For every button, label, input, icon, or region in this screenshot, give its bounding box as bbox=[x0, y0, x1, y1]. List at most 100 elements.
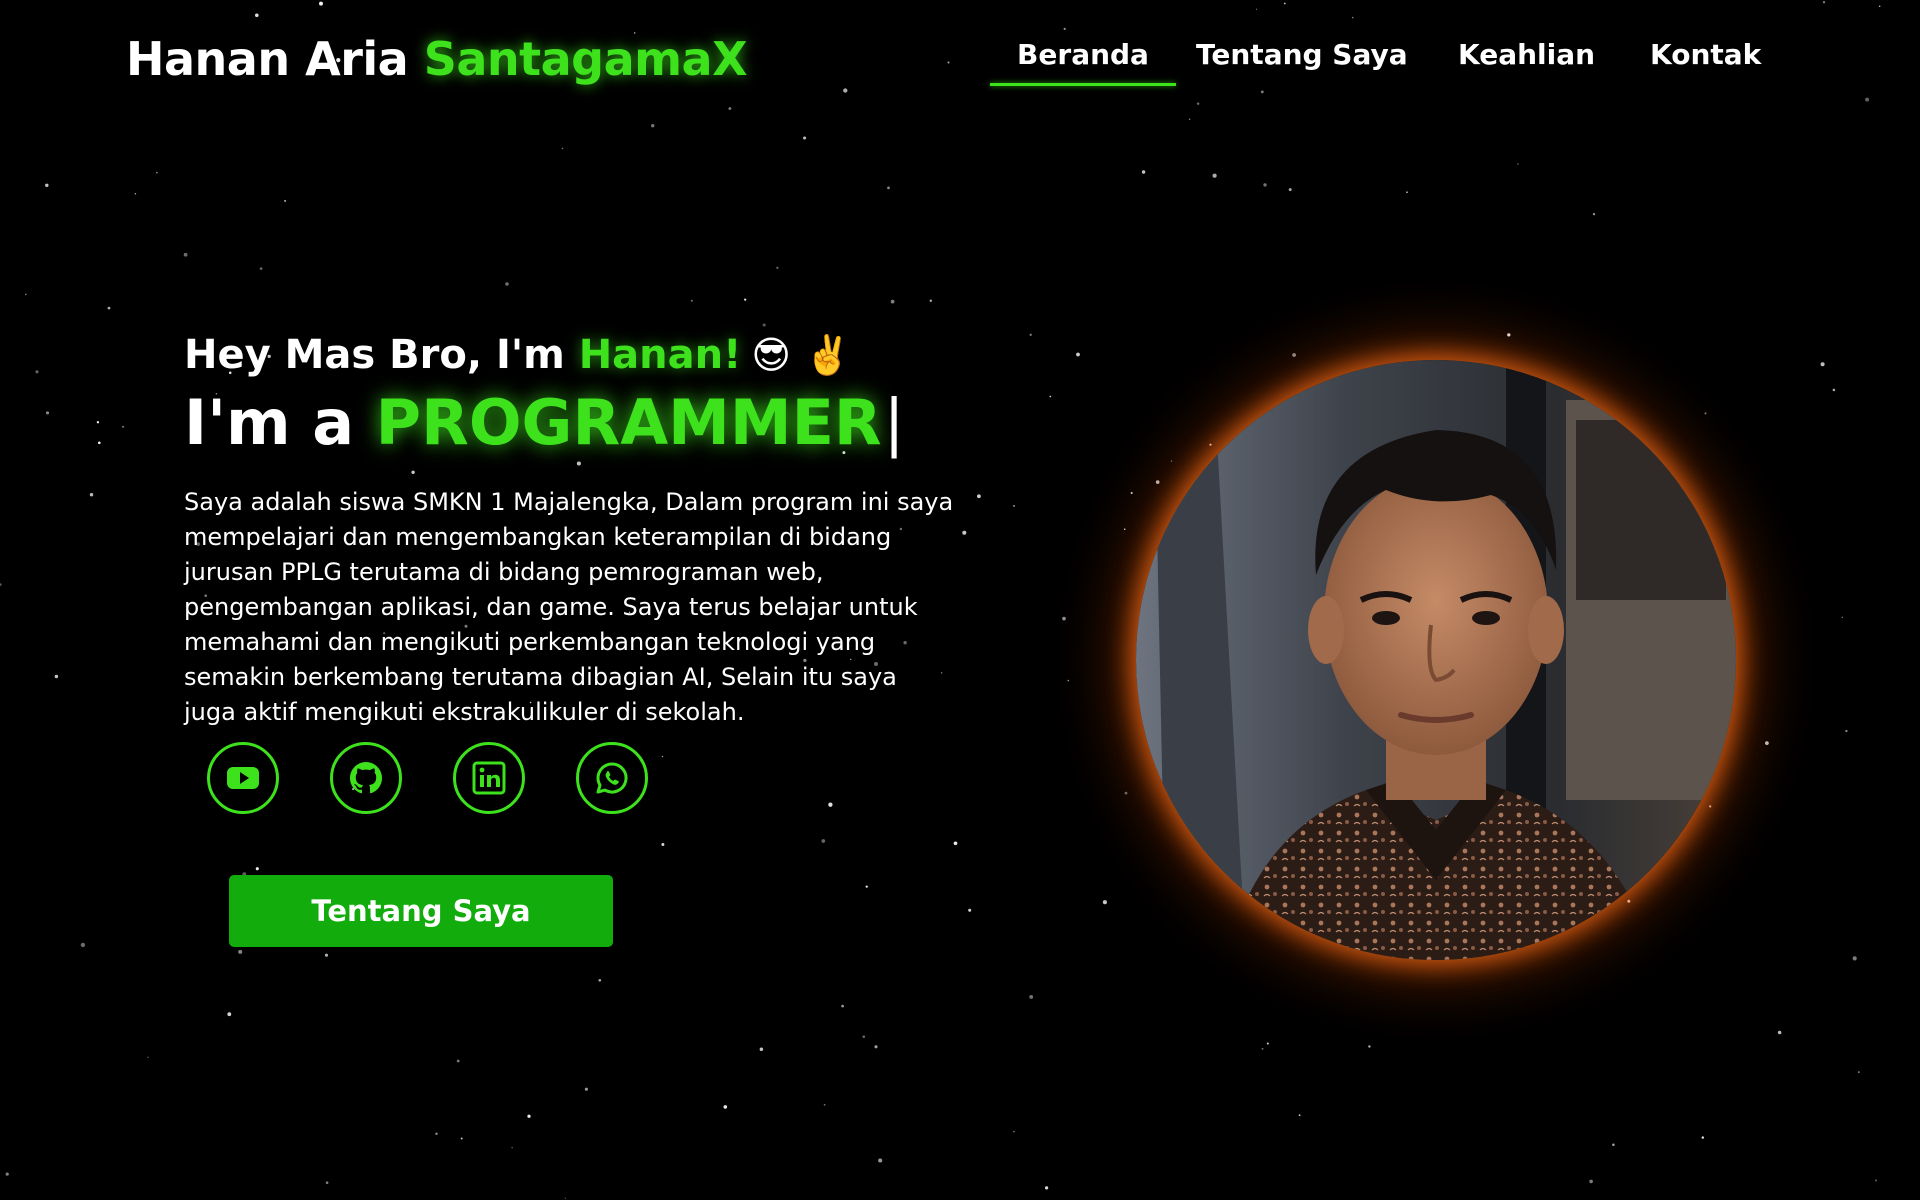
site-logo[interactable]: Hanan Aria SantagamaX bbox=[126, 32, 748, 86]
star bbox=[1878, 5, 1881, 7]
star bbox=[147, 1056, 149, 1059]
nav-label: Kontak bbox=[1650, 38, 1762, 71]
star bbox=[35, 370, 39, 374]
star bbox=[1130, 491, 1133, 495]
hero-section: Hey Mas Bro, I'm Hanan! 😎 ✌️ I'm a PROGRA… bbox=[184, 332, 964, 947]
logo-accent: SantagamaX bbox=[423, 32, 748, 86]
star bbox=[1777, 1030, 1782, 1035]
star bbox=[0, 583, 2, 586]
star bbox=[776, 266, 779, 270]
star bbox=[1507, 333, 1511, 337]
star bbox=[96, 421, 100, 424]
star bbox=[865, 885, 868, 888]
page: Hanan Aria SantagamaX Beranda Tentang Sa… bbox=[0, 0, 1920, 1200]
star bbox=[1263, 183, 1267, 187]
star bbox=[325, 1181, 329, 1185]
star bbox=[1709, 805, 1712, 808]
star bbox=[1049, 395, 1052, 398]
star bbox=[723, 1105, 728, 1109]
profile-photo bbox=[1136, 360, 1736, 960]
nav-item-beranda[interactable]: Beranda bbox=[990, 38, 1176, 86]
star bbox=[762, 323, 766, 327]
nav-label: Tentang Saya bbox=[1196, 38, 1408, 71]
nav-item-keahlian[interactable]: Keahlian bbox=[1458, 38, 1596, 86]
star bbox=[1044, 1186, 1049, 1190]
star bbox=[1196, 102, 1200, 105]
star bbox=[564, 1197, 567, 1199]
star bbox=[1212, 173, 1217, 178]
greeting-name: Hanan! bbox=[578, 332, 742, 378]
star bbox=[1292, 353, 1296, 357]
star bbox=[1029, 994, 1034, 999]
star bbox=[690, 299, 693, 302]
star bbox=[45, 411, 50, 415]
star bbox=[890, 299, 895, 304]
star bbox=[80, 942, 86, 948]
star bbox=[107, 306, 111, 310]
star bbox=[54, 674, 59, 679]
star bbox=[1261, 1047, 1264, 1050]
star bbox=[1845, 729, 1848, 733]
typing-caret: | bbox=[883, 386, 905, 459]
star bbox=[89, 493, 94, 497]
star bbox=[651, 124, 655, 128]
star bbox=[1076, 352, 1080, 357]
star bbox=[843, 88, 848, 93]
social-links bbox=[184, 742, 964, 822]
star bbox=[1704, 412, 1707, 415]
star bbox=[1592, 212, 1596, 216]
star bbox=[1820, 362, 1825, 367]
star bbox=[1832, 388, 1836, 392]
star bbox=[947, 61, 950, 64]
star bbox=[255, 867, 259, 871]
star bbox=[1141, 170, 1146, 174]
role-typed-text: PROGRAMMER bbox=[375, 386, 882, 459]
star bbox=[1288, 188, 1292, 192]
star bbox=[319, 1, 323, 6]
nav-label: Keahlian bbox=[1458, 38, 1596, 71]
nav-item-kontak[interactable]: Kontak bbox=[1650, 38, 1762, 86]
star bbox=[1062, 616, 1066, 621]
star bbox=[1255, 8, 1258, 10]
star bbox=[759, 1047, 764, 1051]
star bbox=[953, 841, 958, 846]
star bbox=[527, 1114, 531, 1118]
star bbox=[1266, 1042, 1269, 1045]
github-link[interactable] bbox=[330, 742, 402, 814]
star bbox=[134, 193, 137, 195]
star bbox=[1013, 505, 1015, 507]
star bbox=[878, 1158, 883, 1163]
star bbox=[1627, 899, 1631, 903]
linkedin-link[interactable] bbox=[453, 742, 525, 814]
logo-name: Hanan Aria bbox=[126, 32, 424, 86]
star bbox=[45, 183, 49, 188]
nav-item-tentang-saya[interactable]: Tentang Saya bbox=[1196, 38, 1408, 86]
star bbox=[1298, 1114, 1301, 1117]
star bbox=[823, 1103, 826, 1106]
star bbox=[1517, 163, 1519, 165]
star bbox=[887, 186, 890, 190]
star bbox=[929, 299, 933, 303]
star bbox=[1822, 1, 1826, 4]
nav-label: Beranda bbox=[1017, 38, 1149, 71]
star bbox=[255, 13, 259, 18]
greeting-heading: Hey Mas Bro, I'm Hanan! 😎 ✌️ bbox=[184, 332, 964, 378]
whatsapp-link[interactable] bbox=[576, 742, 648, 814]
star bbox=[1406, 191, 1408, 194]
youtube-link[interactable] bbox=[207, 742, 279, 814]
star bbox=[238, 949, 243, 954]
star bbox=[259, 267, 263, 270]
star bbox=[744, 298, 747, 301]
star bbox=[1351, 16, 1354, 19]
star bbox=[821, 839, 826, 843]
linkedin-icon bbox=[472, 761, 506, 795]
star bbox=[1067, 679, 1070, 682]
star bbox=[25, 293, 27, 296]
star bbox=[1589, 1179, 1593, 1184]
star bbox=[1368, 1045, 1371, 1048]
bio-paragraph: Saya adalah siswa SMKN 1 Majalengka, Dal… bbox=[184, 488, 954, 726]
star bbox=[1170, 460, 1173, 462]
star bbox=[1124, 791, 1128, 795]
star bbox=[1612, 1143, 1615, 1146]
tentang-saya-button[interactable]: Tentang Saya bbox=[229, 875, 613, 947]
